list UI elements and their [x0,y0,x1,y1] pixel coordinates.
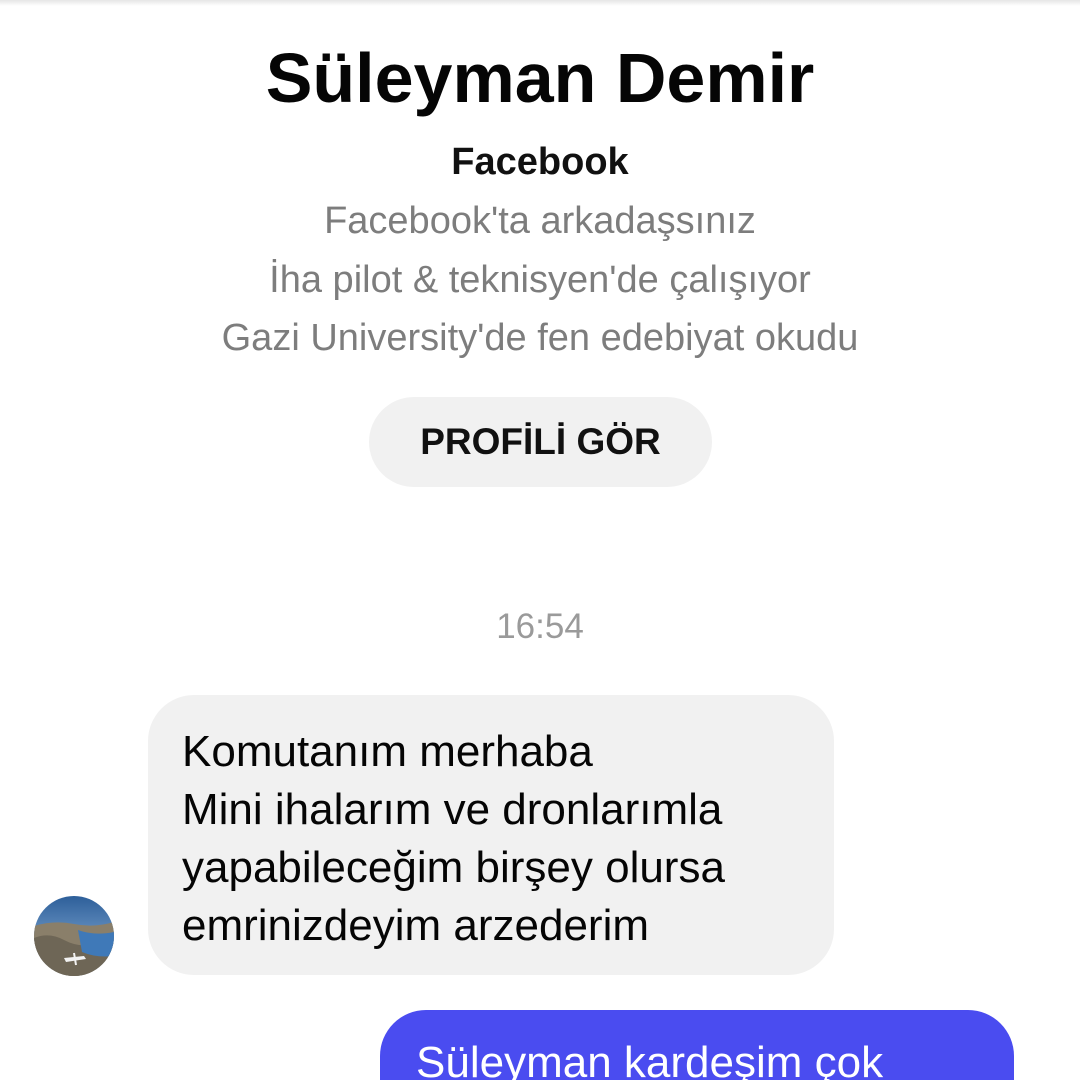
header-shadow [0,0,1080,6]
outgoing-message-bubble[interactable]: Süleyman kardeşim çok [380,1010,1014,1080]
contact-platform: Facebook [451,141,629,183]
contact-name: Süleyman Demir [265,39,815,117]
message-timestamp: 16:54 [496,607,584,646]
incoming-message-bubble[interactable]: Komutanım merhaba Mini ihalarım ve dronl… [148,695,834,975]
view-profile-button[interactable]: PROFİLİ GÖR [369,397,712,487]
message-line: emrinizdeyim arzederim [182,901,650,950]
contact-info-education: Gazi University'de fen edebiyat okudu [221,317,859,359]
contact-info-friends: Facebook'ta arkadaşsınız [324,200,756,242]
contact-info-work: İha pilot & teknisyen'de çalışıyor [269,259,811,301]
sender-avatar[interactable] [34,896,114,976]
message-line: Süleyman kardeşim çok [416,1038,884,1080]
messenger-conversation: Süleyman Demir Facebook Facebook'ta arka… [0,0,1080,1080]
message-line: Komutanım merhaba [182,727,593,776]
message-line: Mini ihalarım ve dronlarımla [182,785,723,834]
avatar-photo-icon [34,896,114,976]
message-line: yapabileceğim birşey olursa [182,843,725,892]
